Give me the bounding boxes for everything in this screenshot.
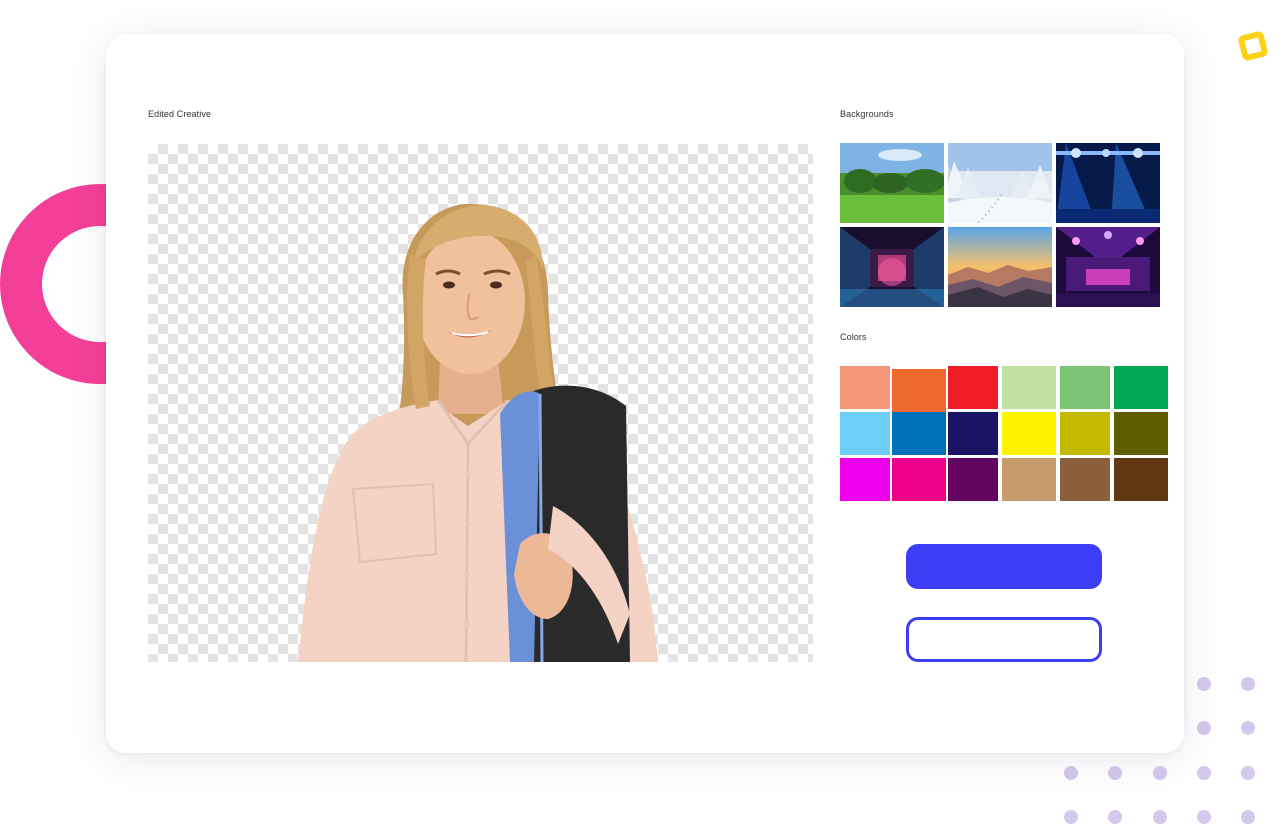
bg-thumb-purple-concert[interactable]	[1056, 227, 1160, 307]
color-swatch[interactable]	[948, 412, 998, 455]
color-swatch[interactable]	[1060, 366, 1110, 409]
decorative-dot	[1241, 766, 1255, 780]
cutout-person-image	[298, 203, 658, 662]
colors-label: Colors	[840, 332, 867, 342]
editor-card: Edited Creative Backgrounds Colors	[106, 34, 1184, 753]
yellow-square-decoration	[1237, 30, 1269, 62]
decorative-dot	[1197, 766, 1211, 780]
decorative-dot	[1241, 677, 1255, 691]
decorative-dot	[1197, 810, 1211, 824]
decorative-dot	[1153, 810, 1167, 824]
color-swatch[interactable]	[840, 458, 890, 501]
bg-thumb-sunset-mountains[interactable]	[948, 227, 1052, 307]
color-swatch[interactable]	[1060, 412, 1110, 455]
decorative-dot	[1108, 810, 1122, 824]
decorative-dot	[1197, 721, 1211, 735]
decorative-dot	[1197, 677, 1211, 691]
color-swatch[interactable]	[1002, 366, 1056, 409]
secondary-action-button[interactable]	[906, 617, 1102, 662]
color-swatch[interactable]	[1114, 458, 1168, 501]
decorative-dot	[1241, 721, 1255, 735]
color-swatch[interactable]	[948, 366, 998, 409]
color-swatch[interactable]	[892, 369, 946, 412]
color-swatch[interactable]	[1002, 412, 1056, 455]
color-swatch[interactable]	[892, 458, 946, 501]
color-swatch[interactable]	[1002, 458, 1056, 501]
color-swatch[interactable]	[840, 366, 890, 409]
canvas-label: Edited Creative	[148, 109, 212, 119]
bg-thumb-neon-hall[interactable]	[840, 227, 944, 307]
bg-thumb-snowy-forest[interactable]	[948, 143, 1052, 223]
color-swatch[interactable]	[1114, 412, 1168, 455]
backgrounds-label: Backgrounds	[840, 109, 894, 119]
decorative-dot	[1241, 810, 1255, 824]
primary-action-button[interactable]	[906, 544, 1102, 589]
color-swatch[interactable]	[1060, 458, 1110, 501]
color-swatch[interactable]	[948, 458, 998, 501]
bg-thumb-green-field[interactable]	[840, 143, 944, 223]
color-swatch[interactable]	[892, 412, 946, 455]
bg-thumb-blue-stage[interactable]	[1056, 143, 1160, 223]
decorative-dot	[1153, 766, 1167, 780]
color-swatch-grid	[840, 366, 1168, 501]
color-swatch[interactable]	[840, 412, 890, 455]
decorative-dot	[1064, 810, 1078, 824]
color-swatch[interactable]	[1114, 366, 1168, 409]
edited-creative-canvas[interactable]	[148, 144, 813, 662]
decorative-dot	[1064, 766, 1078, 780]
decorative-dot	[1108, 766, 1122, 780]
